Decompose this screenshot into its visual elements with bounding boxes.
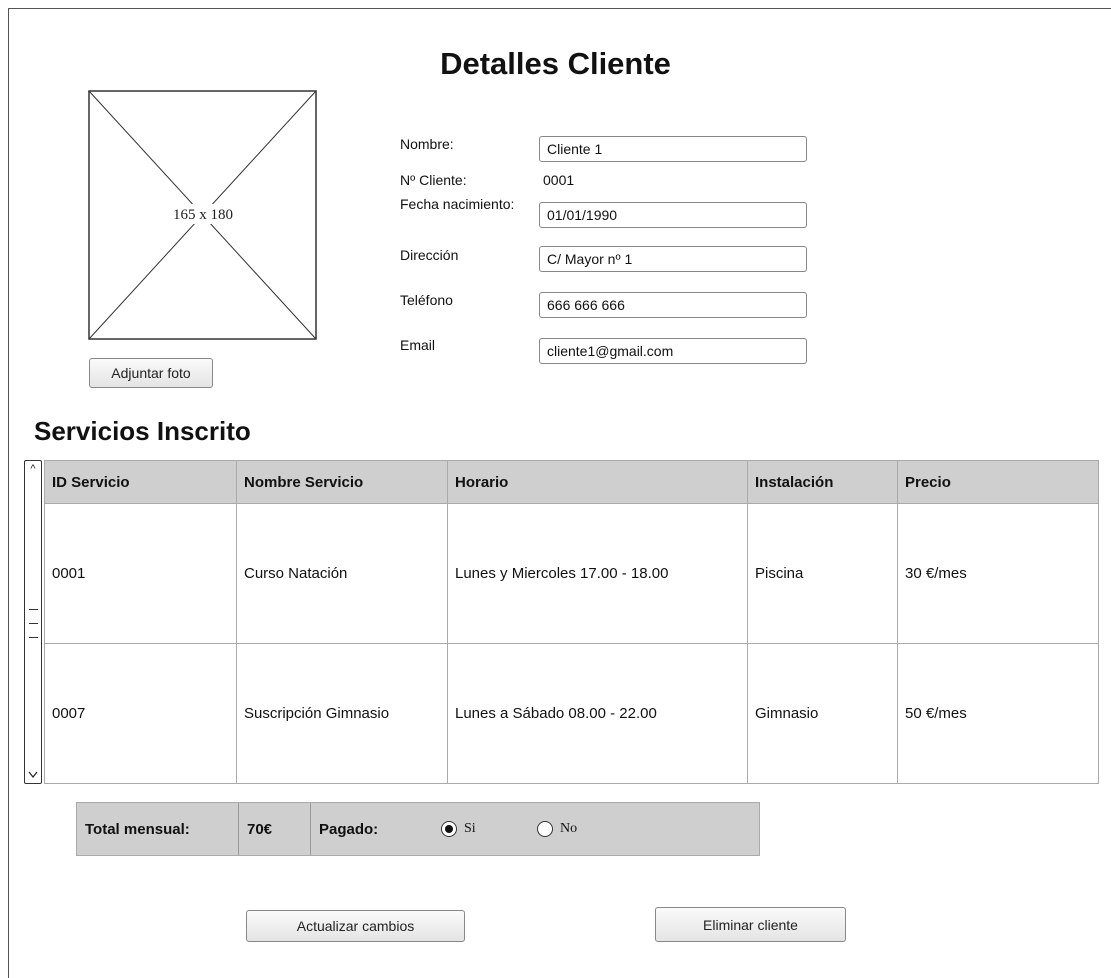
cell-horario: Lunes y Miercoles 17.00 - 18.00 [447,503,748,644]
column-header[interactable]: Nombre Servicio [236,460,448,504]
services-title: Servicios Inscrito [34,416,251,446]
delete-client-button[interactable]: Eliminar cliente [655,907,846,942]
total-label: Total mensual: [77,803,239,855]
cell-instalacion: Piscina [747,503,898,644]
paid-option-no[interactable]: No [537,821,577,837]
numero-cliente-label: Nº Cliente: [400,172,467,188]
email-field[interactable]: cliente1@gmail.com [539,338,807,364]
column-header[interactable]: Precio [897,460,1099,504]
photo-placeholder: 165 x 180 [88,90,317,340]
direccion-label: Dirección [400,247,459,263]
column-header[interactable]: Instalación [747,460,898,504]
chevron-up-icon[interactable]: ^ [25,463,41,475]
cell-nombre: Suscripción Gimnasio [236,643,448,784]
nombre-label: Nombre: [400,136,454,152]
scroll-grip-line [29,637,38,638]
photo-caption: 165 x 180 [173,207,233,223]
nombre-field[interactable]: Cliente 1 [539,136,807,162]
attach-photo-button[interactable]: Adjuntar foto [89,358,213,388]
update-button[interactable]: Actualizar cambios [246,910,465,942]
scroll-grip-line [29,609,38,610]
page-title: Detalles Cliente [440,46,671,81]
fecha-nacimiento-label: Fecha nacimiento: [400,196,515,212]
radio-unselected-icon[interactable] [537,821,553,837]
paid-option-label: Si [464,821,476,836]
table-row[interactable]: 0007 Suscripción Gimnasio Lunes a Sábado… [44,643,1099,784]
cell-nombre: Curso Natación [236,503,448,644]
table-header-row: ID Servicio Nombre Servicio Horario Inst… [44,460,1099,504]
cell-precio: 50 €/mes [897,643,1099,784]
total-value: 70€ [239,803,311,855]
telefono-field[interactable]: 666 666 666 [539,292,807,318]
scroll-grip-line [29,623,38,624]
cell-precio: 30 €/mes [897,503,1099,644]
paid-option-si[interactable]: Si [441,821,476,837]
chevron-down-icon[interactable] [25,769,41,781]
cell-id: 0001 [44,503,237,644]
table-row[interactable]: 0001 Curso Natación Lunes y Miercoles 17… [44,503,1099,644]
cell-instalacion: Gimnasio [747,643,898,784]
cell-id: 0007 [44,643,237,784]
column-header[interactable]: Horario [447,460,748,504]
paid-label: Pagado: [319,820,379,838]
numero-cliente-value: 0001 [543,172,575,188]
totals-bar: Total mensual: 70€ Pagado: Si No [76,802,760,856]
telefono-label: Teléfono [400,292,453,308]
column-header[interactable]: ID Servicio [44,460,237,504]
fecha-nacimiento-field[interactable]: 01/01/1990 [539,202,807,228]
radio-selected-icon[interactable] [441,821,457,837]
direccion-field[interactable]: C/ Mayor nº 1 [539,246,807,272]
paid-option-label: No [560,821,578,836]
cell-horario: Lunes a Sábado 08.00 - 22.00 [447,643,748,784]
table-scrollbar[interactable]: ^ [24,460,42,784]
email-label: Email [400,337,436,353]
services-table: ID Servicio Nombre Servicio Horario Inst… [44,460,1099,784]
